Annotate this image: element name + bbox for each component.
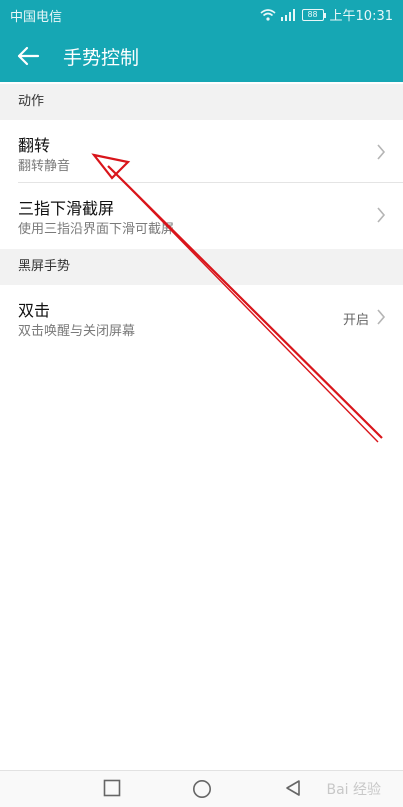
navigation-bar: Bai 经验 — [0, 770, 403, 807]
setting-item-value: 开启 — [342, 313, 369, 328]
setting-item-subtitle: 双击唤醒与关闭屏幕 — [18, 324, 136, 339]
chevron-right-icon — [377, 207, 386, 223]
setting-item-title: 翻转 — [18, 136, 51, 155]
setting-item-title: 三指下滑截屏 — [18, 199, 115, 218]
arrow-left-icon[interactable] — [14, 42, 42, 70]
setting-item-three-finger-screenshot[interactable]: 三指下滑截屏 使用三指沿界面下滑可截屏 — [0, 183, 403, 246]
signal-icon — [280, 8, 295, 21]
chevron-right-icon — [377, 309, 386, 325]
status-right: 88 上午10:31 — [260, 5, 393, 24]
back-triangle-icon[interactable] — [284, 779, 302, 797]
setting-item-subtitle: 翻转静音 — [18, 159, 71, 174]
page-title: 手势控制 — [63, 47, 140, 69]
recent-apps-icon[interactable] — [103, 779, 121, 797]
carrier-label: 中国电信 — [10, 10, 63, 25]
section-header-actions: 动作 — [0, 84, 403, 120]
setting-item-flip[interactable]: 翻转 翻转静音 — [0, 120, 403, 182]
wifi-icon — [260, 8, 276, 21]
home-icon[interactable] — [192, 779, 212, 799]
setting-item-title: 双击 — [18, 301, 51, 320]
status-icons — [260, 8, 296, 21]
status-bar: 中国电信 88 上午10:31 — [0, 0, 403, 30]
battery-indicator: 88 — [301, 8, 326, 21]
setting-item-double-tap[interactable]: 双击 双击唤醒与关闭屏幕 开启 — [0, 285, 403, 345]
watermark: Bai 经验 — [326, 782, 381, 798]
app-bar: 手势控制 — [0, 30, 403, 82]
clock-label: 上午10:31 — [329, 9, 393, 24]
setting-item-subtitle: 使用三指沿界面下滑可截屏 — [18, 222, 175, 237]
section-header-screen-off-gestures: 黑屏手势 — [0, 249, 403, 285]
chevron-right-icon — [377, 144, 386, 160]
